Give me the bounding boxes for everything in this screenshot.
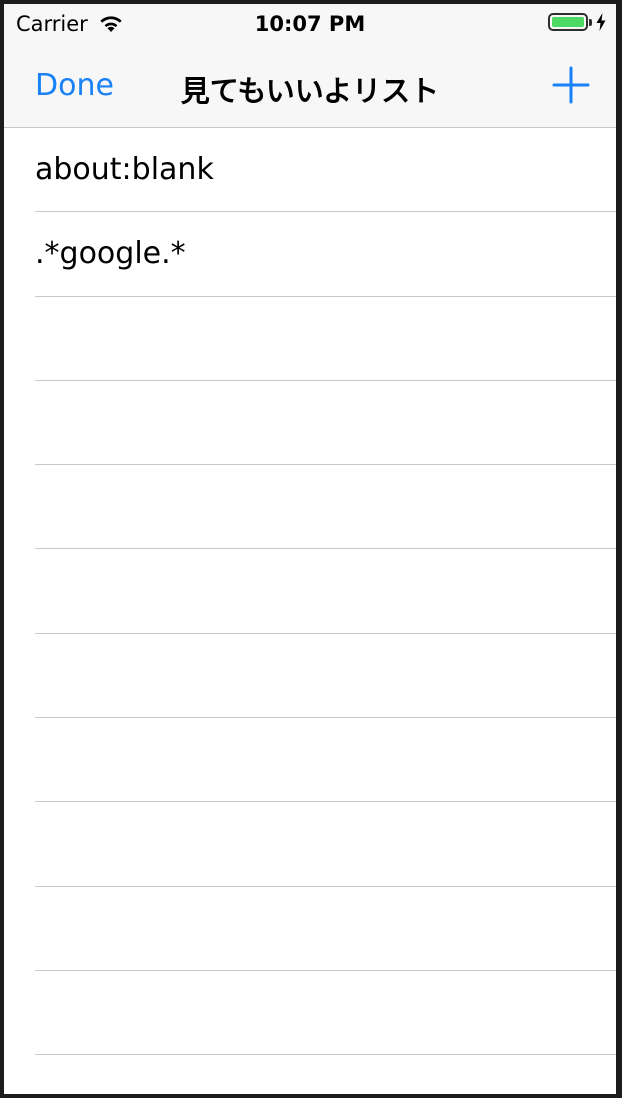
battery-full-icon xyxy=(548,13,588,31)
page-title: 見てもいいよリスト xyxy=(180,74,440,108)
table-row[interactable] xyxy=(4,718,616,803)
table-row[interactable] xyxy=(4,297,616,382)
done-button[interactable]: Done xyxy=(35,68,114,103)
table-row[interactable] xyxy=(4,549,616,635)
phone-screen: Carrier 10:07 PM Done 見てもいいよリスト about:bl… xyxy=(4,4,616,1094)
table-row[interactable] xyxy=(4,381,616,466)
allowlist-table: about:blank .*google.* xyxy=(4,128,616,1056)
table-row[interactable] xyxy=(4,465,616,550)
table-row[interactable] xyxy=(4,887,616,972)
table-row[interactable]: .*google.* xyxy=(4,212,616,297)
plus-icon[interactable] xyxy=(552,66,590,104)
status-bar: Carrier 10:07 PM xyxy=(4,4,616,46)
row-label: about:blank xyxy=(35,152,214,187)
battery-indicator xyxy=(548,13,606,31)
table-row[interactable] xyxy=(4,971,616,1056)
table-row[interactable] xyxy=(4,802,616,887)
navigation-bar: Done 見てもいいよリスト xyxy=(4,46,616,128)
table-row[interactable] xyxy=(4,634,616,719)
charging-bolt-icon xyxy=(596,13,606,31)
table-row[interactable]: about:blank xyxy=(4,128,616,213)
status-time: 10:07 PM xyxy=(254,12,366,36)
row-label: .*google.* xyxy=(35,236,186,272)
battery-tip xyxy=(589,18,592,26)
battery-level-fill xyxy=(552,17,584,27)
